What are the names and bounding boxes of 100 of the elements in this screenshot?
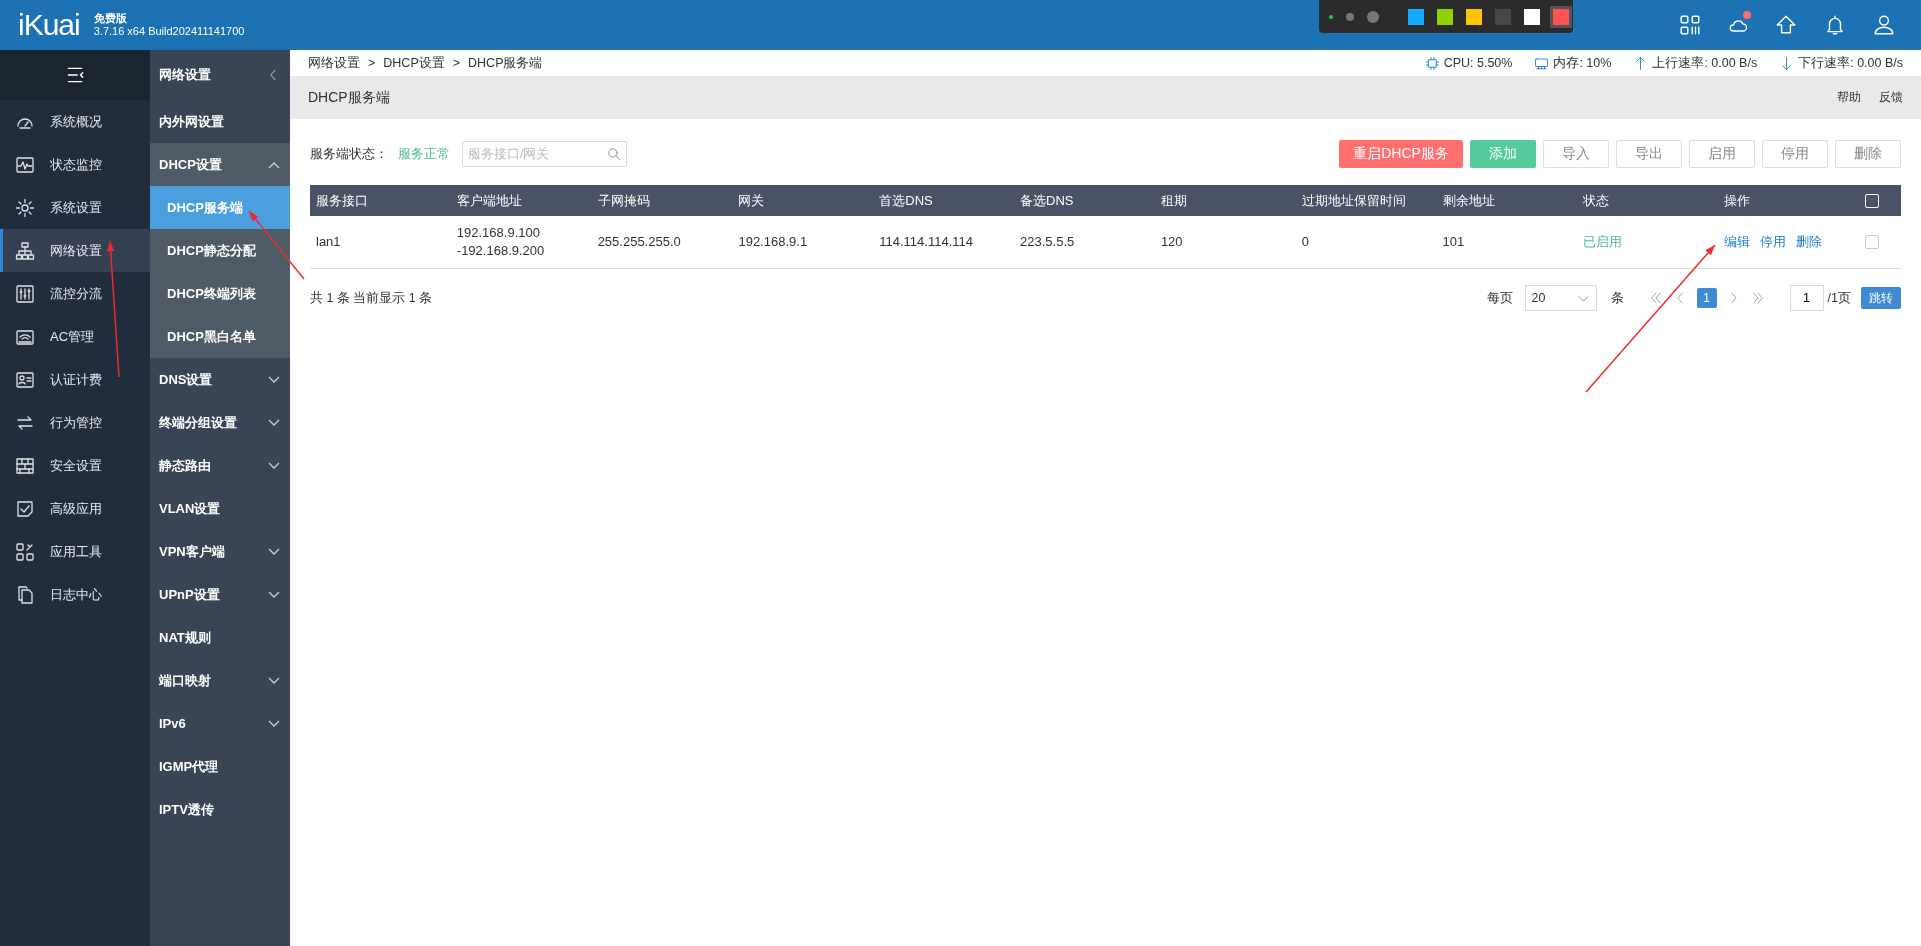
subnav-item[interactable]: DHCP终端列表: [150, 272, 290, 315]
stat-text: 内存: 10%: [1553, 54, 1612, 72]
sliders-icon: [15, 283, 35, 304]
stat-text: 上行速率: 0.00 B/s: [1652, 54, 1758, 72]
subnav-item[interactable]: VLAN设置: [150, 487, 290, 530]
column-header: 操作: [1718, 185, 1859, 216]
nav-item[interactable]: AC管理: [0, 315, 150, 358]
table-cell: 120: [1160, 234, 1183, 249]
table-cell: 192.168.9.100 -192.168.9.200: [456, 225, 545, 258]
subnav-item[interactable]: IGMP代理: [150, 745, 290, 788]
color-swatch[interactable]: [1408, 8, 1424, 25]
subnav-item[interactable]: NAT规则: [150, 616, 290, 659]
page-number[interactable]: 1: [1696, 288, 1717, 308]
table-cell: 255.255.255.0: [597, 234, 681, 249]
nav-item[interactable]: 流控分流: [0, 272, 150, 315]
column-header: 备选DNS: [1014, 185, 1155, 216]
breadcrumb-link[interactable]: 网络设置: [308, 54, 360, 72]
color-swatch[interactable]: [1437, 8, 1453, 25]
breadcrumb-link[interactable]: DHCP服务端: [468, 54, 543, 72]
per-page-select[interactable]: 20: [1524, 285, 1597, 311]
nav-item[interactable]: 认证计费: [0, 358, 150, 401]
edition-label: 免费版: [93, 12, 128, 25]
subnav-group[interactable]: DHCP设置: [150, 143, 290, 186]
nav-item[interactable]: 日志中心: [0, 573, 150, 616]
subnav-group[interactable]: DNS设置: [150, 358, 290, 401]
table-cell: 114.114.114.114: [879, 234, 973, 249]
subnav-item[interactable]: DHCP黑白名单: [150, 315, 290, 358]
total-pages-text: /1页: [1827, 289, 1851, 307]
column-header: 剩余地址: [1436, 185, 1578, 216]
page-input[interactable]: 1: [1789, 285, 1824, 311]
nav-item[interactable]: 行为管控: [0, 401, 150, 444]
nav-item[interactable]: 应用工具: [0, 530, 150, 573]
table-cell: 101: [1442, 234, 1465, 249]
breadcrumb-separator: >: [368, 56, 376, 70]
version-text: 3.7.16 x64 Build202411141700: [93, 25, 245, 38]
nav-item[interactable]: 网络设置: [0, 229, 150, 272]
subnav-item[interactable]: DHCP静态分配: [150, 229, 290, 272]
home-arrow-icon[interactable]: [1775, 14, 1797, 36]
subnav-group[interactable]: IPv6: [150, 702, 290, 745]
status-label: 服务端状态：: [310, 145, 388, 163]
stat-text: 下行速率: 0.00 B/s: [1798, 54, 1903, 72]
app-grid-wrench-icon: [15, 541, 35, 562]
documents-icon: [15, 584, 35, 605]
monitor-icon: [1534, 55, 1550, 71]
id-card-icon: [15, 369, 35, 390]
toolbar-button[interactable]: 停用: [1762, 140, 1828, 168]
subnav-group[interactable]: 端口映射: [150, 659, 290, 702]
status-value: 服务正常: [398, 145, 450, 163]
toolbar-button[interactable]: 导出: [1616, 140, 1682, 168]
toolbar-button[interactable]: 启用: [1689, 140, 1755, 168]
select-all-checkbox[interactable]: [1865, 193, 1879, 208]
chip-icon: [1424, 55, 1440, 71]
subnav-title: 网络设置: [159, 66, 211, 84]
column-header: 租期: [1154, 185, 1296, 216]
pen-size-dot[interactable]: [1346, 12, 1354, 21]
search-field[interactable]: 服务接口/网关: [462, 141, 627, 167]
subnav-group[interactable]: 静态路由: [150, 444, 290, 487]
subnav-item[interactable]: 内外网设置: [150, 100, 290, 143]
notification-dot: [1743, 11, 1751, 19]
brick-wall-icon: [15, 455, 35, 476]
nav-item[interactable]: 状态监控: [0, 143, 150, 186]
subnav-group[interactable]: UPnP设置: [150, 573, 290, 616]
summary-text: 共 1 条 当前显示 1 条: [310, 289, 433, 307]
nav-item[interactable]: 系统设置: [0, 186, 150, 229]
row-checkbox[interactable]: [1865, 235, 1879, 249]
subnav-item[interactable]: IPTV透传: [150, 788, 290, 831]
nav-item[interactable]: 系统概况: [0, 100, 150, 143]
subnav-group[interactable]: VPN客户端: [150, 530, 290, 573]
color-swatch[interactable]: [1466, 8, 1482, 25]
status-text: 已启用: [1583, 234, 1623, 249]
row-action-link[interactable]: 停用: [1760, 234, 1787, 249]
breadcrumb-link[interactable]: DHCP设置: [383, 54, 445, 72]
row-action-link[interactable]: 编辑: [1724, 234, 1751, 249]
subnav-group[interactable]: 终端分组设置: [150, 401, 290, 444]
pen-size-dot[interactable]: [1367, 10, 1379, 23]
per-page-label: 每页: [1486, 289, 1513, 307]
header-link[interactable]: 帮助: [1837, 89, 1861, 106]
column-header: 状态: [1577, 185, 1719, 216]
toolbar-button[interactable]: 导入: [1543, 140, 1609, 168]
pulse-monitor-icon: [15, 154, 35, 175]
bell-icon[interactable]: [1824, 14, 1846, 36]
nav-item[interactable]: 高级应用: [0, 487, 150, 530]
color-swatch[interactable]: [1553, 8, 1569, 25]
search-icon: [607, 147, 621, 161]
jump-button[interactable]: 跳转: [1861, 287, 1901, 309]
table-cell: 0: [1301, 234, 1309, 249]
row-action-link[interactable]: 删除: [1796, 234, 1823, 249]
header-link[interactable]: 反馈: [1879, 89, 1903, 106]
stat-text: CPU: 5.50%: [1443, 56, 1513, 70]
color-swatch[interactable]: [1495, 8, 1511, 25]
color-swatch[interactable]: [1524, 8, 1540, 25]
pen-size-dot[interactable]: [1329, 14, 1333, 19]
toolbar-button[interactable]: 删除: [1835, 140, 1901, 168]
app-logo: iKuai: [18, 8, 80, 42]
nav-item[interactable]: 安全设置: [0, 444, 150, 487]
app-grid-icon[interactable]: [1679, 14, 1701, 36]
table-cell: 192.168.9.1: [738, 234, 808, 249]
network-tree-icon: [15, 240, 35, 261]
checked-document-icon: [15, 498, 35, 519]
user-icon[interactable]: [1873, 14, 1895, 36]
